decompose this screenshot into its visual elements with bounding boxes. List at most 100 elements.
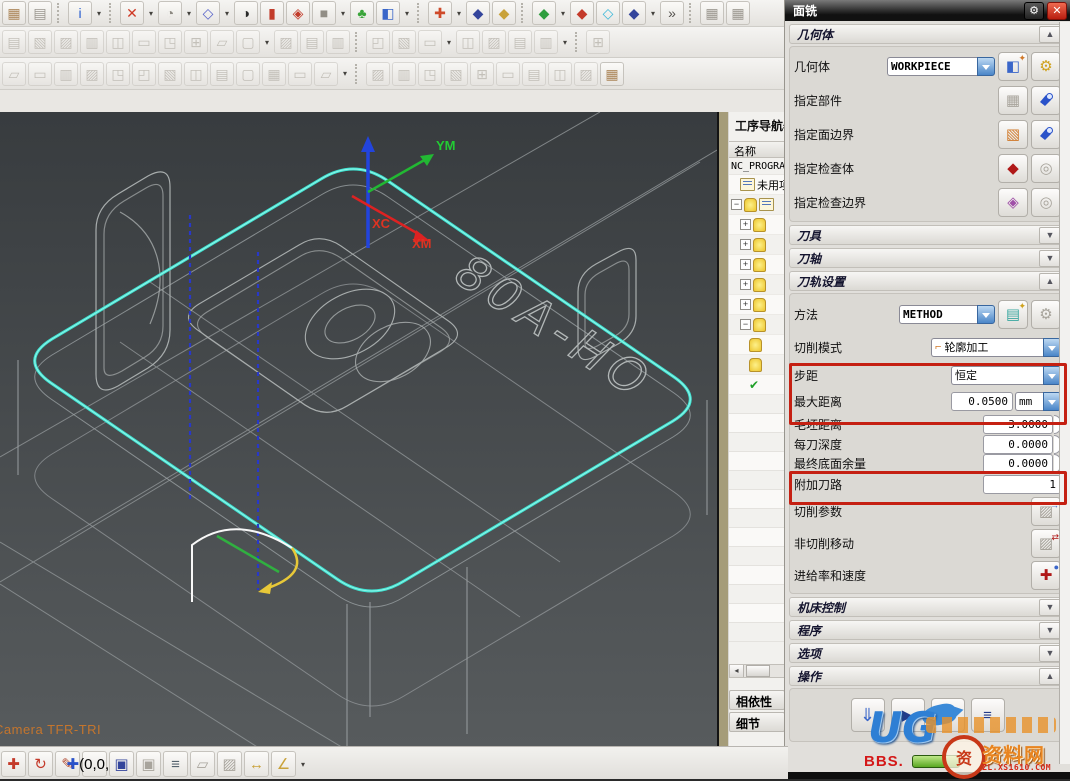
- expand-plus-icon[interactable]: +: [740, 239, 751, 250]
- measure-distance-icon[interactable]: ↔: [244, 751, 269, 777]
- feeds-speeds-button[interactable]: ✚●: [1031, 561, 1061, 590]
- dropdown-arrow-icon[interactable]: ▾: [262, 38, 272, 47]
- delete-object-icon[interactable]: ▢: [236, 30, 260, 54]
- section-path-settings-header[interactable]: 刀轨设置 ▲: [789, 271, 1066, 291]
- select-part-button[interactable]: ▦: [998, 86, 1028, 115]
- check-body-disabled-button[interactable]: ◎: [1031, 154, 1061, 183]
- plane-stack-icon[interactable]: ▨: [217, 751, 242, 777]
- method-wrench-disabled-button[interactable]: ⚙: [1031, 300, 1061, 329]
- move-icon[interactable]: ◰: [132, 62, 156, 86]
- graphics-viewport[interactable]: 80A-HO YM XC: [0, 112, 717, 746]
- cut-object-icon[interactable]: ◳: [158, 30, 182, 54]
- blank-distance-input[interactable]: 3.0000: [983, 415, 1053, 434]
- dropdown-arrow-icon[interactable]: ▾: [558, 9, 568, 18]
- create-geometry-icon[interactable]: ▨: [54, 30, 78, 54]
- trim-icon[interactable]: ▭: [288, 62, 312, 86]
- tree-item[interactable]: 未用项: [729, 175, 785, 195]
- datum-icon[interactable]: ♣: [350, 1, 374, 25]
- tree-item[interactable]: −: [729, 195, 785, 215]
- expand-plus-icon[interactable]: +: [740, 279, 751, 290]
- details-bar[interactable]: 细节: [729, 712, 785, 732]
- wcs-origin-icon[interactable]: ✚(0,0,0): [82, 751, 107, 777]
- color-icon[interactable]: ▨: [80, 62, 104, 86]
- tree-item[interactable]: +: [729, 275, 785, 295]
- collapse-chevron-icon[interactable]: ▲: [1039, 26, 1061, 43]
- orient-view-icon[interactable]: ◔: [158, 1, 182, 25]
- generate-toolpath-button[interactable]: ⇓: [851, 698, 885, 732]
- rotate-wcs-icon[interactable]: ↻: [28, 751, 53, 777]
- tree-item[interactable]: [729, 335, 785, 355]
- handle-red-icon[interactable]: ◆: [570, 1, 594, 25]
- paste-object-icon[interactable]: ▱: [210, 30, 234, 54]
- collapse-chevron-icon[interactable]: ▲: [1039, 273, 1061, 290]
- dropdown-arrow-icon[interactable]: [977, 305, 995, 324]
- plane-gray-icon[interactable]: ▱: [190, 751, 215, 777]
- grid-table2-icon[interactable]: ▦: [726, 1, 750, 25]
- information-icon[interactable]: i: [68, 1, 92, 25]
- expand-chevron-icon[interactable]: ▼: [1039, 227, 1061, 244]
- expand-chevron-icon[interactable]: ▼: [1039, 599, 1061, 616]
- layer-settings-icon[interactable]: ≡: [163, 751, 188, 777]
- replay-icon[interactable]: ▤: [300, 30, 324, 54]
- facet-body-icon[interactable]: ◈: [286, 1, 310, 25]
- save-wcs-icon[interactable]: ▣: [109, 751, 134, 777]
- tree-item[interactable]: +: [729, 255, 785, 275]
- edit-method-button[interactable]: ▤✦: [998, 300, 1028, 329]
- collapse-minus-icon[interactable]: −: [731, 199, 742, 210]
- tree-item-nc-program[interactable]: NC_PROGRAM: [729, 158, 785, 175]
- select-check-boundary-button[interactable]: ◈: [998, 188, 1028, 217]
- open-icon[interactable]: ▦: [2, 1, 26, 25]
- dropdown-arrow-icon[interactable]: [977, 57, 995, 76]
- offset-icon[interactable]: ▦: [262, 62, 286, 86]
- curve-icon[interactable]: ◳: [418, 62, 442, 86]
- region-icon[interactable]: ▨: [574, 62, 598, 86]
- generate-icon[interactable]: ▨: [274, 30, 298, 54]
- select-check-body-button[interactable]: ◆: [998, 154, 1028, 183]
- viewport-panel-divider[interactable]: [717, 112, 728, 746]
- collapse-minus-icon[interactable]: −: [740, 319, 751, 330]
- dropdown-arrow-icon[interactable]: ▾: [340, 69, 350, 78]
- snap-wrench-icon[interactable]: ◆: [492, 1, 516, 25]
- create-method-icon[interactable]: ▥: [80, 30, 104, 54]
- dropdown-arrow-icon[interactable]: ▾: [184, 9, 194, 18]
- method-dropdown[interactable]: METHOD: [899, 305, 995, 324]
- scale-icon[interactable]: ▢: [236, 62, 260, 86]
- expand-chevron-icon[interactable]: ▼: [1039, 622, 1061, 639]
- output-icon[interactable]: ▥: [534, 30, 558, 54]
- simulate-icon[interactable]: ▧: [392, 30, 416, 54]
- additional-passes-input[interactable]: 1: [983, 475, 1061, 494]
- point-icon[interactable]: ⊞: [470, 62, 494, 86]
- boundary-icon[interactable]: ◫: [548, 62, 572, 86]
- create-operation-icon[interactable]: ◫: [106, 30, 130, 54]
- section-program-header[interactable]: 程序 ▼: [789, 620, 1066, 640]
- boundary-flashlight-button[interactable]: [1031, 120, 1061, 149]
- dropdown-arrow-icon[interactable]: ▾: [560, 38, 570, 47]
- max-distance-unit-dropdown[interactable]: mm: [1015, 392, 1061, 411]
- create-tool-icon[interactable]: ▧: [28, 30, 52, 54]
- dropdown-arrow-icon[interactable]: ▾: [444, 38, 454, 47]
- tree-item[interactable]: +: [729, 235, 785, 255]
- check-boundary-disabled-button[interactable]: ◎: [1031, 188, 1061, 217]
- analysis-icon[interactable]: ▨: [366, 62, 390, 86]
- dropdown-arrow-icon[interactable]: ▾: [222, 9, 232, 18]
- surface-icon[interactable]: ▧: [444, 62, 468, 86]
- measure-icon[interactable]: ▥: [392, 62, 416, 86]
- object-display-icon[interactable]: ▱: [2, 62, 26, 86]
- shaded-view-icon[interactable]: ◑: [234, 1, 258, 25]
- blank-icon[interactable]: ▭: [28, 62, 52, 86]
- select-face-boundary-button[interactable]: ▧: [998, 120, 1028, 149]
- handle-cyan-icon[interactable]: ◇: [596, 1, 620, 25]
- layer-icon[interactable]: ▥: [54, 62, 78, 86]
- list-icon[interactable]: ▥: [326, 30, 350, 54]
- section-geometry-header[interactable]: 几何体 ▲: [789, 24, 1066, 44]
- csys-icon[interactable]: ✚: [428, 1, 452, 25]
- shaded-face-cube-icon[interactable]: ◧: [376, 1, 400, 25]
- dropdown-arrow-icon[interactable]: ▾: [298, 760, 308, 769]
- display-window-icon[interactable]: ▤: [28, 1, 52, 25]
- section-tool-header[interactable]: 刀具 ▼: [789, 225, 1066, 245]
- cutting-params-button[interactable]: ▨→: [1031, 497, 1061, 526]
- tree-item[interactable]: +: [729, 215, 785, 235]
- close-window-icon[interactable]: ✕: [120, 1, 144, 25]
- dropdown-arrow-icon[interactable]: ▾: [146, 9, 156, 18]
- dropdown-arrow-icon[interactable]: ▾: [454, 9, 464, 18]
